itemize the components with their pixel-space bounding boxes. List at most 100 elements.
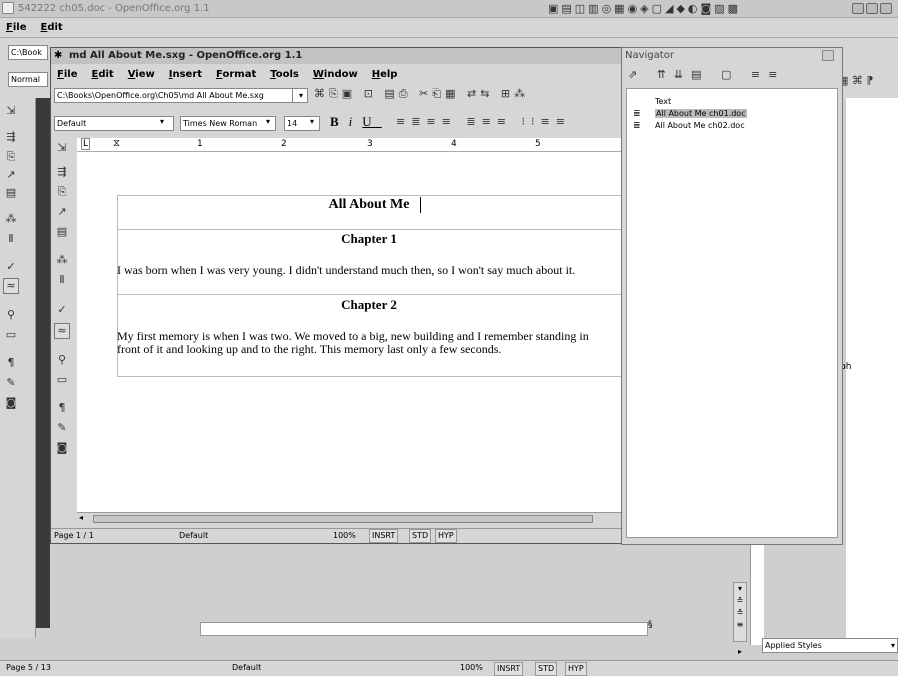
- scroll-left-icon[interactable]: ◂: [79, 513, 83, 522]
- inner-graphics-icon[interactable]: ◙: [54, 441, 70, 457]
- inner-menu-format[interactable]: Format: [216, 67, 256, 83]
- scroll-thumb[interactable]: [93, 515, 593, 523]
- tab-type-icon[interactable]: L: [81, 138, 91, 150]
- inner-tool-icon-7[interactable]: Ⅱ: [54, 273, 70, 289]
- outer-menu-bar: File Edit: [0, 18, 898, 38]
- navigator-toolbar-icons[interactable]: ⇗ ⇈⇊▤ ▢ ≡≡: [628, 68, 785, 81]
- inner-menu-window[interactable]: Window: [313, 67, 358, 83]
- navigator-list: Text ≣ All About Me ch01.doc ≣ All About…: [626, 88, 838, 538]
- ruler-number-3: 3: [367, 139, 373, 149]
- outer-scroll-marker: §: [648, 620, 653, 630]
- inner-menu-insert[interactable]: Insert: [169, 67, 202, 83]
- inner-autospell-icon[interactable]: ≈: [54, 323, 70, 339]
- close-icon[interactable]: [880, 3, 892, 14]
- quickstart-tray-icons[interactable]: ▣▤◫▥◎▦◉◈▢◢◆◐◙▨▩: [548, 2, 741, 15]
- outer-status-page: Page 5 / 13: [6, 663, 51, 672]
- document-icon: ≣: [633, 109, 641, 119]
- chapter1-heading[interactable]: Chapter 1: [117, 232, 621, 245]
- inner-menu-file[interactable]: File: [57, 67, 77, 83]
- outer-tool-icon-6[interactable]: ⁂: [3, 212, 19, 228]
- inner-path-field[interactable]: C:\Books\OpenOffice.org\Ch05\md All Abou…: [54, 88, 308, 103]
- outer-status-zoom[interactable]: 100%: [460, 662, 483, 674]
- outer-spellcheck-icon[interactable]: ✓: [3, 260, 19, 276]
- inner-tool-icon-4[interactable]: ↗: [54, 205, 70, 221]
- size-chevron-icon[interactable]: ▾: [310, 117, 314, 126]
- navigator-item-text[interactable]: Text: [655, 97, 671, 106]
- outer-tool-icon-2[interactable]: ⇶: [3, 130, 19, 146]
- inner-tool-icon-3[interactable]: ⎘: [54, 185, 70, 201]
- navigator-item-ch01[interactable]: All About Me ch01.doc: [655, 109, 747, 118]
- outer-menu-file[interactable]: File: [6, 20, 26, 36]
- document-page[interactable]: All About Me Chapter 1 I was born when I…: [77, 152, 621, 512]
- ruler[interactable]: L ⧖ 1 2 3 4 5: [77, 138, 621, 152]
- outer-style-field[interactable]: Normal: [8, 72, 48, 87]
- inner-horizontal-scrollbar[interactable]: ◂: [77, 512, 621, 525]
- inner-tool-icon-5[interactable]: ▤: [54, 225, 70, 241]
- outer-draw-icon[interactable]: ✎: [3, 376, 19, 392]
- outer-tool-icon-7[interactable]: Ⅱ: [3, 232, 19, 248]
- outer-status-hyp[interactable]: HYP: [565, 662, 587, 676]
- align-toolbar-icons[interactable]: ≡≣≡≡ ≣≡≡ ⁝⁝≡≡: [396, 115, 571, 128]
- chapter1-text[interactable]: I was born when I was very young. I didn…: [117, 264, 587, 277]
- inner-status-hyp[interactable]: HYP: [435, 529, 457, 543]
- inner-tool-icon-1[interactable]: ⇲: [54, 141, 70, 157]
- outer-vertical-scroll-controls[interactable]: ▾ ≛ ≛ ≡: [733, 582, 747, 642]
- ruler-number-5: 5: [535, 139, 541, 149]
- applied-styles-select[interactable]: Applied Styles ▾: [762, 638, 898, 653]
- outer-status-insert[interactable]: INSRT: [494, 662, 524, 676]
- document-title[interactable]: All About Me: [117, 197, 621, 213]
- inner-gallery-icon[interactable]: ▭: [54, 373, 70, 389]
- outer-tool-icon-5[interactable]: ▤: [3, 186, 19, 202]
- inner-spellcheck-icon[interactable]: ✓: [54, 303, 70, 319]
- inner-menu-tools[interactable]: Tools: [270, 67, 299, 83]
- inner-menu-view[interactable]: View: [128, 67, 155, 83]
- outer-tool-icon-1[interactable]: ⇲: [3, 104, 19, 120]
- outer-dark-strip: [36, 98, 50, 628]
- inner-draw-icon[interactable]: ✎: [54, 421, 70, 437]
- inner-status-insert[interactable]: INSRT: [369, 529, 399, 543]
- outer-find-icon[interactable]: ⚲: [3, 308, 19, 324]
- indent-marker-icon[interactable]: ⧖: [113, 138, 120, 149]
- maximize-icon[interactable]: [866, 3, 878, 14]
- inner-find-icon[interactable]: ⚲: [54, 353, 70, 369]
- chapter2-heading[interactable]: Chapter 2: [117, 298, 621, 311]
- inner-menu-help[interactable]: Help: [372, 67, 398, 83]
- outer-nonprint-icon[interactable]: ¶: [3, 356, 19, 372]
- outer-status-std[interactable]: STD: [535, 662, 558, 676]
- inner-nonprint-icon[interactable]: ¶: [54, 401, 70, 417]
- outer-title-bar: 542222 ch05.doc - OpenOffice.org 1.1: [0, 0, 898, 18]
- font-chevron-icon[interactable]: ▾: [266, 117, 270, 126]
- outer-toolbar-icons[interactable]: ▦ ⌘ ⁋: [838, 74, 873, 87]
- navigator-item-ch02[interactable]: All About Me ch02.doc: [655, 121, 745, 130]
- font-size-select[interactable]: 14: [284, 116, 320, 131]
- format-toolbar-icons[interactable]: BiU: [330, 114, 382, 130]
- inner-status-std[interactable]: STD: [409, 529, 432, 543]
- inner-menu-bar: File Edit View Insert Format Tools Windo…: [51, 64, 621, 84]
- outer-tool-icon-4[interactable]: ↗: [3, 168, 19, 184]
- paragraph-style-select[interactable]: Default: [54, 116, 174, 131]
- inner-status-zoom[interactable]: 100%: [333, 530, 356, 542]
- outer-menu-edit[interactable]: Edit: [40, 20, 62, 36]
- chapter2-text[interactable]: My first memory is when I was two. We mo…: [117, 330, 597, 356]
- outer-graphics-icon[interactable]: ◙: [3, 396, 19, 412]
- outer-scroll-right-icon[interactable]: ▸: [738, 647, 742, 656]
- minimize-icon[interactable]: [852, 3, 864, 14]
- outer-horizontal-scrollbar[interactable]: [200, 622, 648, 636]
- outer-gallery-icon[interactable]: ▭: [3, 328, 19, 344]
- outer-status-bar: Page 5 / 13 Default 100% INSRT STD HYP: [0, 660, 898, 676]
- outer-path-field[interactable]: C:\Book: [8, 45, 48, 60]
- function-toolbar-icons[interactable]: ⌘⎘▣ ⊡ ▤⎙ ✂⎗▦ ⇄⇆ ⊞⁂: [314, 87, 529, 101]
- inner-tool-icon-6[interactable]: ⁂: [54, 253, 70, 269]
- outer-status-style: Default: [232, 663, 262, 672]
- font-name-select[interactable]: Times New Roman: [180, 116, 276, 131]
- inner-vertical-toolbar: ⇲ ⇶ ⎘ ↗ ▤ ⁂ Ⅱ ✓ ≈ ⚲ ▭ ¶ ✎ ◙: [51, 135, 77, 520]
- outer-tool-icon-3[interactable]: ⎘: [3, 150, 19, 166]
- style-chevron-icon[interactable]: ▾: [160, 117, 164, 126]
- inner-menu-edit[interactable]: Edit: [91, 67, 113, 83]
- navigator-close-icon[interactable]: [822, 50, 834, 61]
- inner-title: md All About Me.sxg - OpenOffice.org 1.1: [69, 50, 303, 61]
- outer-autospell-icon[interactable]: ≈: [3, 278, 19, 294]
- inner-tool-icon-2[interactable]: ⇶: [54, 165, 70, 181]
- app-icon: [2, 2, 14, 14]
- path-dropdown-icon[interactable]: ▾: [292, 88, 308, 103]
